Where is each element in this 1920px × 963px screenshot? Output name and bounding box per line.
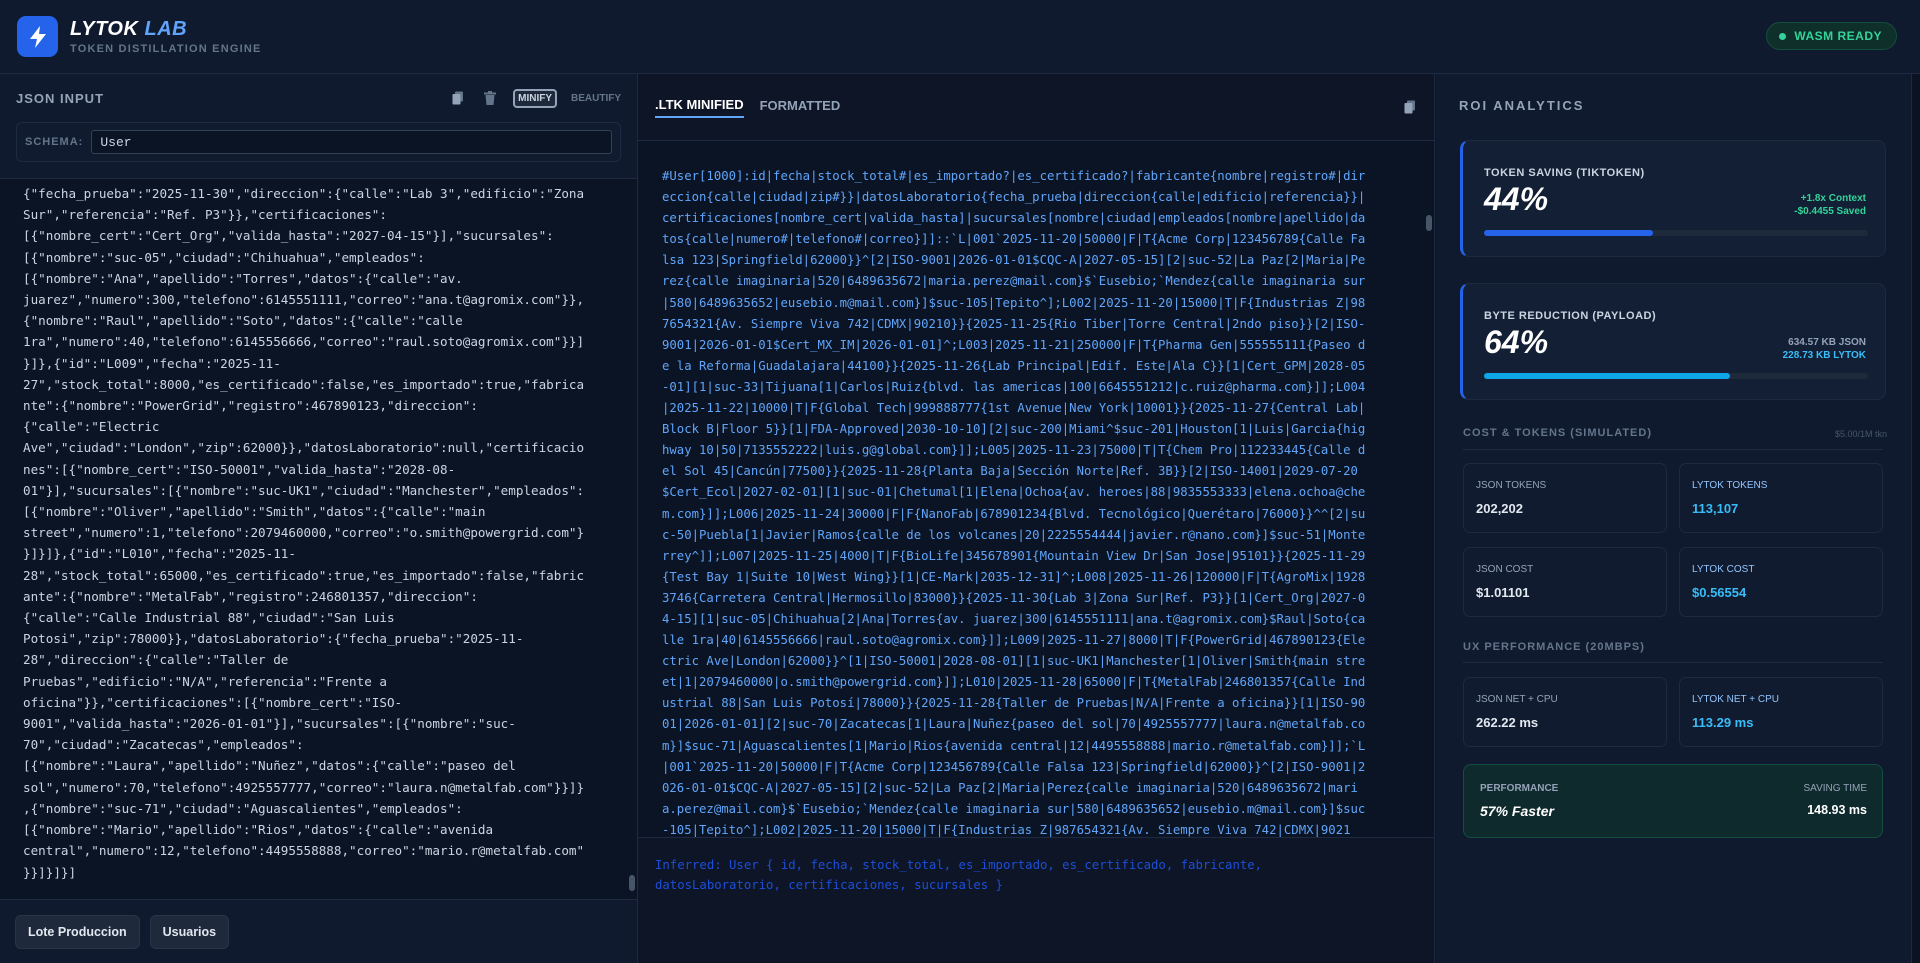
byte-reduction-notes: 634.57 KB JSON 228.73 KB LYTOK xyxy=(1783,336,1866,362)
lytok-tokens-stat: LYTOK TOKENS 113,107 xyxy=(1679,463,1883,533)
status-dot-icon xyxy=(1779,32,1787,40)
byte-reduction-bar xyxy=(1484,373,1868,379)
copy-icon xyxy=(452,91,464,105)
lytok-net-stat: LYTOK NET + CPU 113.29 ms xyxy=(1679,677,1883,747)
ltk-output-text[interactable]: #User[1000]:id|fecha|stock_total#|es_imp… xyxy=(662,166,1402,837)
lytok-cost-stat: LYTOK COST $0.56554 xyxy=(1679,547,1883,617)
byte-reduction-label: BYTE REDUCTION (PAYLOAD) xyxy=(1484,310,1657,322)
ux-section-divider xyxy=(1463,662,1883,663)
tab-formatted[interactable]: FORMATTED xyxy=(760,98,841,117)
roi-title: ROI ANALYTICS xyxy=(1459,98,1585,113)
token-saving-notes: +1.8x Context -$0.4455 Saved xyxy=(1794,192,1866,218)
brand-title: LYTOK LAB xyxy=(70,18,262,40)
preset-lote-produccion-button[interactable]: Lote Produccion xyxy=(15,914,140,949)
token-saving-card: TOKEN SAVING (TIKTOKEN) 44% +1.8x Contex… xyxy=(1460,140,1886,257)
roi-analytics-panel: ROI ANALYTICS TOKEN SAVING (TIKTOKEN) 44… xyxy=(1436,74,1920,963)
lytok-cost-label: LYTOK COST xyxy=(1692,564,1755,575)
json-input-header: JSON INPUT MINIFY BEAUTIFY xyxy=(0,74,637,122)
json-input-tools: MINIFY BEAUTIFY xyxy=(449,88,621,108)
ltk-output-editor[interactable]: #User[1000]:id|fecha|stock_total#|es_imp… xyxy=(638,140,1434,838)
byte-reduction-card: BYTE REDUCTION (PAYLOAD) 64% 634.57 KB J… xyxy=(1460,283,1886,400)
inferred-schema-text: Inferred: User { id, fecha, stock_total,… xyxy=(655,858,1263,892)
cost-section-title: COST & TOKENS (SIMULATED) xyxy=(1463,427,1652,439)
json-editor-scrollbar[interactable] xyxy=(629,875,635,891)
json-size: 634.57 KB JSON xyxy=(1788,337,1866,348)
wasm-status-label: WASM READY xyxy=(1794,29,1882,43)
schema-row: SCHEMA: xyxy=(16,122,621,162)
preset-usuarios-button[interactable]: Usuarios xyxy=(149,914,230,949)
lytok-net-value: 113.29 ms xyxy=(1692,715,1754,730)
brand-subtitle: TOKEN DISTILLATION ENGINE xyxy=(70,43,262,55)
beautify-button[interactable]: BEAUTIFY xyxy=(571,93,621,104)
schema-label: SCHEMA: xyxy=(25,136,84,148)
clear-json-button[interactable] xyxy=(481,89,499,107)
json-input-panel: JSON INPUT MINIFY BEAUTIFY SCHEMA: User … xyxy=(0,74,638,963)
byte-reduction-bar-fill xyxy=(1484,373,1730,379)
copy-icon xyxy=(1404,100,1415,114)
ltk-output-panel: .LTK MINIFIED FORMATTED #User[1000]:id|f… xyxy=(638,74,1435,963)
wasm-status-badge: WASM READY xyxy=(1766,22,1897,50)
json-net-stat: JSON NET + CPU 262.22 ms xyxy=(1463,677,1667,747)
json-tokens-label: JSON TOKENS xyxy=(1476,480,1547,491)
saving-time-label: SAVING TIME xyxy=(1803,783,1867,794)
json-net-value: 262.22 ms xyxy=(1476,715,1539,730)
byte-reduction-value: 64% xyxy=(1484,324,1549,360)
token-saving-bar-fill xyxy=(1484,230,1653,236)
token-saving-value: 44% xyxy=(1484,181,1549,217)
schema-input[interactable] xyxy=(91,130,612,154)
minify-button[interactable]: MINIFY xyxy=(513,88,557,108)
right-panel-scrollbar[interactable] xyxy=(1911,74,1920,963)
json-tokens-value: 202,202 xyxy=(1476,501,1523,516)
cost-section-divider xyxy=(1463,449,1883,450)
app-header: LYTOK LAB TOKEN DISTILLATION ENGINE WASM… xyxy=(0,0,1920,74)
performance-value: 57% Faster xyxy=(1480,803,1554,819)
cost-section-note: $5.00/1M tkn xyxy=(1834,429,1887,439)
token-saving-bar xyxy=(1484,230,1868,236)
copy-output-button[interactable] xyxy=(1404,100,1416,119)
token-saving-label: TOKEN SAVING (TIKTOKEN) xyxy=(1484,167,1645,179)
lightning-bolt-icon xyxy=(29,25,46,48)
cost-saved: -$0.4455 Saved xyxy=(1794,206,1866,217)
ux-section-title: UX PERFORMANCE (20MBPS) xyxy=(1463,641,1645,653)
json-input-text[interactable]: {"fecha_prueba":"2025-11-30","direccion"… xyxy=(23,183,605,883)
lytok-tokens-label: LYTOK TOKENS xyxy=(1692,480,1768,491)
json-input-title: JSON INPUT xyxy=(16,90,105,106)
output-tabs: .LTK MINIFIED FORMATTED xyxy=(638,74,1434,140)
preset-buttons: Lote Produccion Usuarios xyxy=(0,900,637,963)
brand-main: LYTOK xyxy=(70,18,139,40)
json-cost-label: JSON COST xyxy=(1476,564,1534,575)
brand-accent: LAB xyxy=(144,18,188,40)
lytok-cost-value: $0.56554 xyxy=(1692,585,1747,600)
copy-json-button[interactable] xyxy=(449,89,467,107)
lytok-size: 228.73 KB LYTOK xyxy=(1782,350,1866,361)
ltk-editor-scrollbar[interactable] xyxy=(1426,215,1432,231)
tab-ltk-minified[interactable]: .LTK MINIFIED xyxy=(655,97,744,118)
trash-icon xyxy=(484,91,497,105)
json-tokens-stat: JSON TOKENS 202,202 xyxy=(1463,463,1667,533)
json-net-label: JSON NET + CPU xyxy=(1476,694,1558,705)
context-gain: +1.8x Context xyxy=(1800,193,1866,204)
logo xyxy=(17,16,58,57)
lytok-net-label: LYTOK NET + CPU xyxy=(1692,694,1779,705)
performance-label: PERFORMANCE xyxy=(1480,783,1559,794)
lytok-tokens-value: 113,107 xyxy=(1692,501,1739,516)
saving-time-value: 148.93 ms xyxy=(1807,803,1867,817)
json-input-editor[interactable]: {"fecha_prueba":"2025-11-30","direccion"… xyxy=(0,178,637,900)
brand: LYTOK LAB TOKEN DISTILLATION ENGINE xyxy=(70,18,262,55)
json-cost-stat: JSON COST $1.01101 xyxy=(1463,547,1667,617)
performance-card: PERFORMANCE 57% Faster SAVING TIME 148.9… xyxy=(1463,764,1883,838)
json-cost-value: $1.01101 xyxy=(1476,585,1530,600)
